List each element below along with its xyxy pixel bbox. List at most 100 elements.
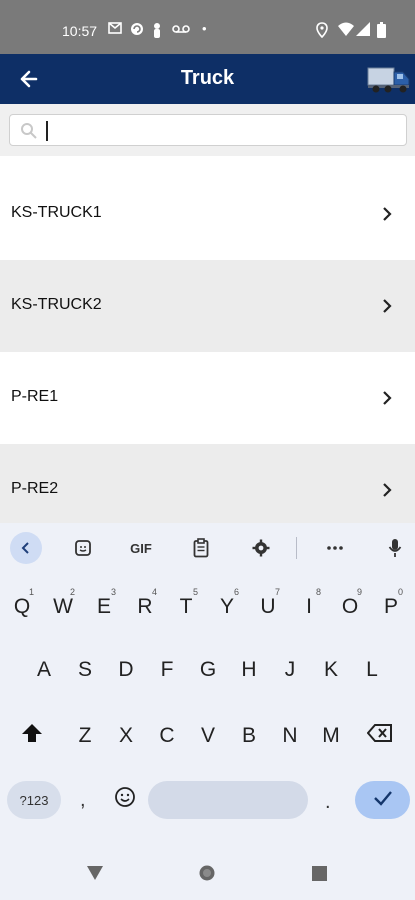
key-s[interactable]: S [67, 647, 103, 693]
soft-keyboard: GIF 1Q 2W 3E 4R 5T 6Y 7U 8I 9O 0P A S D … [0, 523, 415, 900]
clipboard-icon[interactable] [188, 535, 214, 561]
truck-icon [366, 62, 412, 96]
key-label: E [96, 595, 111, 618]
key-label: I [306, 595, 312, 618]
chevron-right-icon [381, 482, 393, 498]
signal-icon [356, 22, 370, 40]
toolbar-divider [296, 537, 297, 559]
key-number-hint: 9 [356, 587, 362, 597]
key-c[interactable]: C [149, 713, 185, 759]
key-j[interactable]: J [272, 647, 308, 693]
chevron-right-icon [381, 298, 393, 314]
back-triangle-icon[interactable] [86, 865, 104, 886]
key-label: P [383, 595, 398, 618]
voicemail-icon [172, 22, 190, 38]
shift-key[interactable] [14, 713, 50, 759]
key-label: R [137, 595, 153, 618]
key-b[interactable]: B [231, 713, 267, 759]
symbols-key[interactable]: ?123 [7, 781, 61, 819]
list-item[interactable]: P-RE1 [0, 352, 415, 444]
key-label: O [341, 595, 359, 618]
enter-key[interactable] [355, 781, 410, 819]
shift-icon [21, 723, 43, 749]
sync-icon [130, 22, 144, 40]
key-w[interactable]: 2W [45, 584, 81, 630]
backspace-icon [366, 724, 393, 748]
key-label: T [179, 595, 193, 618]
status-time: 10:57 [62, 23, 98, 39]
key-label: W [53, 595, 73, 618]
key-v[interactable]: V [190, 713, 226, 759]
keyboard-toolbar: GIF [0, 523, 415, 573]
key-n[interactable]: N [272, 713, 308, 759]
gmail-icon [108, 22, 122, 38]
key-h[interactable]: H [231, 647, 267, 693]
wifi-icon [338, 22, 354, 40]
recents-square-icon[interactable] [312, 866, 327, 886]
key-g[interactable]: G [190, 647, 226, 693]
key-t[interactable]: 5T [168, 584, 204, 630]
key-number-hint: 2 [69, 587, 75, 597]
key-e[interactable]: 3E [86, 584, 122, 630]
key-p[interactable]: 0P [373, 584, 409, 630]
key-m[interactable]: M [313, 713, 349, 759]
system-nav-bar [0, 855, 415, 900]
person-icon [152, 22, 162, 42]
more-icon[interactable] [322, 535, 348, 561]
status-bar: 10:57 • [0, 0, 415, 54]
check-icon [373, 790, 393, 811]
page-title: Truck [180, 67, 235, 89]
list-item-label: KS-TRUCK1 [11, 204, 102, 221]
emoji-icon [114, 786, 136, 814]
key-a[interactable]: A [26, 647, 62, 693]
key-number-hint: 5 [192, 587, 198, 597]
period-key[interactable]: . [325, 791, 331, 814]
search-bar [0, 104, 415, 156]
key-number-hint: 1 [28, 587, 34, 597]
key-number-hint: 7 [274, 587, 280, 597]
search-input[interactable] [50, 119, 400, 143]
key-number-hint: 3 [110, 587, 116, 597]
chevron-right-icon [381, 206, 393, 222]
key-number-hint: 4 [151, 587, 157, 597]
key-q[interactable]: 1Q [4, 584, 40, 630]
home-circle-icon[interactable] [198, 864, 216, 887]
key-o[interactable]: 9O [332, 584, 368, 630]
chevron-right-icon [381, 390, 393, 406]
search-icon [20, 122, 38, 140]
search-field[interactable] [9, 114, 407, 146]
key-l[interactable]: L [354, 647, 390, 693]
key-i[interactable]: 8I [291, 584, 327, 630]
key-x[interactable]: X [108, 713, 144, 759]
emoji-key[interactable] [107, 777, 143, 823]
key-r[interactable]: 4R [127, 584, 163, 630]
key-d[interactable]: D [108, 647, 144, 693]
mic-icon[interactable] [382, 535, 408, 561]
gif-button[interactable]: GIF [125, 535, 157, 561]
key-u[interactable]: 7U [250, 584, 286, 630]
key-y[interactable]: 6Y [209, 584, 245, 630]
sticker-icon[interactable] [70, 535, 96, 561]
settings-icon[interactable] [248, 535, 274, 561]
chevron-left-icon[interactable] [10, 532, 42, 564]
key-z[interactable]: Z [67, 713, 103, 759]
battery-icon [377, 22, 386, 42]
key-f[interactable]: F [149, 647, 185, 693]
app-bar: Truck [0, 54, 415, 104]
list-item[interactable]: KS-TRUCK2 [0, 260, 415, 352]
list-item-label: P-RE2 [11, 480, 59, 497]
list-item[interactable]: KS-TRUCK1 [0, 168, 415, 260]
truck-list: KS-TRUCK1 KS-TRUCK2 P-RE1 P-RE2 [0, 168, 415, 536]
text-cursor [46, 121, 48, 141]
location-icon [316, 22, 328, 42]
list-item-label: KS-TRUCK2 [11, 296, 102, 313]
key-label: Q [13, 595, 31, 618]
key-k[interactable]: K [313, 647, 349, 693]
dot-icon: • [202, 21, 207, 36]
comma-key[interactable]: , [80, 789, 86, 812]
key-label: U [260, 595, 276, 618]
space-key[interactable] [148, 781, 308, 819]
key-number-hint: 0 [397, 587, 403, 597]
key-number-hint: 6 [233, 587, 239, 597]
backspace-key[interactable] [362, 713, 398, 759]
